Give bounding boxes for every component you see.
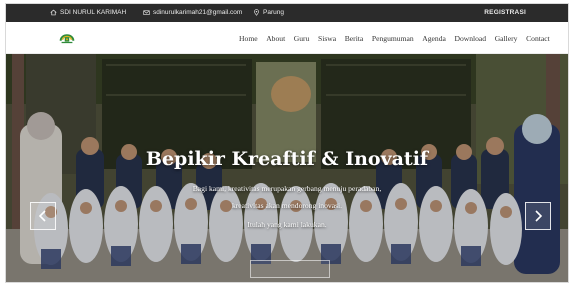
nav-item-guru[interactable]: Guru [289, 34, 313, 43]
nav-item-contact[interactable]: Contact [522, 34, 554, 43]
top-info-bar: SDI NURUL KARIMAH sdinurulkarimah21@gmai… [6, 4, 568, 22]
hero-title: Bepikir Kreaftif & Inovatif [145, 148, 429, 170]
nav-item-about[interactable]: About [262, 34, 290, 43]
slider-prev-button[interactable] [30, 202, 56, 230]
hero-slider: Bepikir Kreaftif & Inovatif Bagi kami, k… [6, 54, 568, 282]
email-text: sdinurulkarimah21@gmail.com [153, 9, 243, 16]
envelope-icon [143, 10, 150, 15]
registration-link[interactable]: REGISTRASI [484, 9, 526, 16]
main-navbar: Home About Guru Siswa Berita Pengumuman … [6, 22, 568, 54]
nav-menu: Home About Guru Siswa Berita Pengumuman … [235, 34, 554, 43]
hero-subtitle-line-2: kreativitas akan mendorong inovasi. [231, 201, 343, 210]
hero-subtitle-line-3: Itulah yang kami lakukan. [247, 220, 327, 229]
nav-item-home[interactable]: Home [235, 34, 262, 43]
hero-subtitle-line-1: Bagi kami, kreativitas merupakan gerbang… [192, 184, 382, 193]
chevron-left-icon [38, 210, 46, 222]
school-name-item: SDI NURUL KARIMAH [50, 9, 126, 16]
nav-item-download[interactable]: Download [450, 34, 490, 43]
home-icon [50, 9, 57, 16]
nav-item-gallery[interactable]: Gallery [490, 34, 521, 43]
nav-item-berita[interactable]: Berita [340, 34, 367, 43]
nav-item-agenda[interactable]: Agenda [418, 34, 450, 43]
location-text: Parung [263, 9, 284, 16]
school-emblem-logo[interactable] [58, 29, 76, 47]
browser-page: SDI NURUL KARIMAH sdinurulkarimah21@gmai… [5, 3, 569, 283]
nav-item-pengumuman[interactable]: Pengumuman [368, 34, 418, 43]
hero-cta-button[interactable] [250, 260, 330, 278]
school-name-text: SDI NURUL KARIMAH [60, 9, 127, 16]
location-item: Parung [253, 9, 284, 16]
slider-next-button[interactable] [525, 202, 551, 230]
email-item[interactable]: sdinurulkarimah21@gmail.com [143, 9, 242, 16]
nav-item-siswa[interactable]: Siswa [314, 34, 341, 43]
location-pin-icon [254, 9, 259, 16]
chevron-right-icon [535, 210, 543, 222]
